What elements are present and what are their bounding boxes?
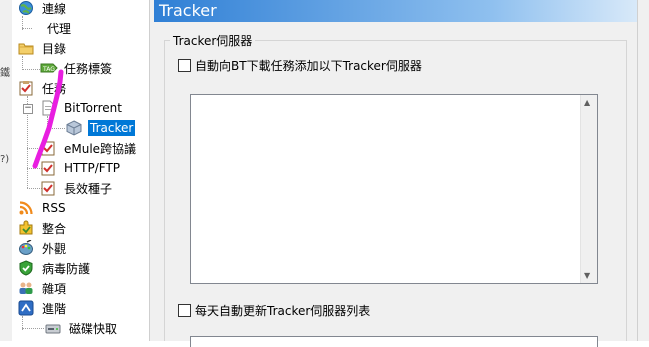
panel-title: Tracker bbox=[154, 0, 637, 22]
settings-tree[interactable]: − 連線 代理 目錄 TAG 任務標簽 任務 BitTorrent Tracke… bbox=[12, 0, 149, 341]
tree-item-antivirus[interactable]: 病毒防護 bbox=[18, 258, 92, 278]
tree-item-label: 病毒防護 bbox=[42, 261, 91, 276]
tree-item-directory[interactable]: 目錄 bbox=[18, 38, 68, 58]
tree-item-label: RSS bbox=[42, 201, 66, 215]
scroll-up-icon[interactable]: ▲ bbox=[584, 98, 590, 107]
right-edge bbox=[637, 0, 649, 341]
auto-add-trackers-checkbox[interactable]: 自動向BT下載任務添加以下Tracker伺服器 bbox=[178, 57, 422, 74]
tree-item-proxy[interactable]: 代理 bbox=[45, 18, 73, 38]
tree-item-disk-cache[interactable]: 磁碟快取 bbox=[45, 318, 119, 338]
gutter-glyph: 鐵 bbox=[0, 68, 10, 79]
tree-item-bittorrent[interactable]: BitTorrent bbox=[40, 98, 124, 118]
vertical-scrollbar[interactable]: ▲ ▼ bbox=[580, 95, 597, 283]
tree-item-long-seed[interactable]: 長效種子 bbox=[40, 178, 114, 198]
tree-item-label: BitTorrent bbox=[64, 101, 122, 115]
document-icon bbox=[40, 100, 56, 116]
tree-item-tracker[interactable]: Tracker bbox=[66, 118, 136, 138]
tag-icon: TAG bbox=[40, 60, 58, 76]
cube-icon bbox=[66, 120, 82, 136]
globe-icon bbox=[18, 0, 34, 16]
tree-item-misc[interactable]: 雜項 bbox=[18, 278, 68, 298]
settings-panel: Tracker Tracker伺服器 自動向BT下載任務添加以下Tracker伺… bbox=[154, 0, 637, 347]
tree-item-connection[interactable]: 連線 bbox=[18, 0, 68, 18]
daily-update-trackers-checkbox[interactable]: 每天自動更新Tracker伺服器列表 bbox=[178, 302, 370, 319]
tree-item-emule[interactable]: eMule跨協議 bbox=[40, 138, 138, 158]
checkbox-label: 每天自動更新Tracker伺服器列表 bbox=[195, 304, 371, 318]
rss-icon bbox=[18, 200, 34, 216]
tree-item-label: 任務標簽 bbox=[64, 61, 113, 76]
checklist-icon bbox=[40, 160, 56, 176]
tree-item-tasks[interactable]: 任務 bbox=[18, 78, 68, 98]
tree-item-integration[interactable]: 整合 bbox=[18, 218, 68, 238]
group-title: Tracker伺服器 bbox=[170, 32, 256, 49]
tree-item-label: HTTP/FTP bbox=[64, 161, 121, 175]
checkbox-label: 自動向BT下載任務添加以下Tracker伺服器 bbox=[195, 59, 422, 73]
tree-item-http-ftp[interactable]: HTTP/FTP bbox=[40, 158, 122, 178]
tree-item-task-tags[interactable]: TAG 任務標簽 bbox=[40, 58, 114, 78]
tree-item-label: 外觀 bbox=[42, 241, 67, 256]
checklist-icon bbox=[40, 180, 56, 196]
checkbox-box[interactable] bbox=[178, 304, 191, 317]
shield-icon bbox=[18, 260, 34, 276]
folder-icon bbox=[18, 40, 34, 56]
tree-item-label: 磁碟快取 bbox=[69, 321, 118, 336]
tree-item-label: 任務 bbox=[42, 81, 67, 96]
checkbox-box[interactable] bbox=[178, 59, 191, 72]
disk-icon bbox=[45, 320, 61, 336]
tracker-list-textarea[interactable]: ▲ ▼ bbox=[190, 94, 598, 284]
clipboard-icon bbox=[18, 80, 34, 96]
scroll-down-icon[interactable]: ▼ bbox=[584, 271, 590, 280]
tree-item-label: 連線 bbox=[42, 1, 67, 16]
tree-item-label: 雜項 bbox=[42, 281, 67, 296]
tree-item-label: Tracker bbox=[88, 120, 136, 136]
tree-item-label: 進階 bbox=[42, 301, 67, 316]
tree-item-label: 長效種子 bbox=[64, 181, 113, 196]
tracker-update-list[interactable] bbox=[190, 336, 598, 347]
tree-item-label: 整合 bbox=[42, 221, 67, 236]
collapse-bittorrent-icon[interactable]: − bbox=[23, 104, 33, 114]
tree-item-label: 目錄 bbox=[42, 41, 67, 56]
people-icon bbox=[18, 280, 34, 296]
checklist-icon bbox=[40, 140, 56, 156]
svg-text:TAG: TAG bbox=[42, 66, 55, 73]
tree-item-appearance[interactable]: 外觀 bbox=[18, 238, 68, 258]
gutter-glyph: ?) bbox=[0, 154, 10, 165]
palette-icon bbox=[18, 239, 34, 256]
tree-item-label: 代理 bbox=[47, 21, 72, 36]
tree-item-advanced[interactable]: 進階 bbox=[18, 298, 68, 318]
puzzle-icon bbox=[18, 220, 34, 236]
advanced-icon bbox=[18, 300, 34, 316]
tree-item-label: eMule跨協議 bbox=[64, 141, 137, 156]
tree-item-rss[interactable]: RSS bbox=[18, 198, 68, 218]
